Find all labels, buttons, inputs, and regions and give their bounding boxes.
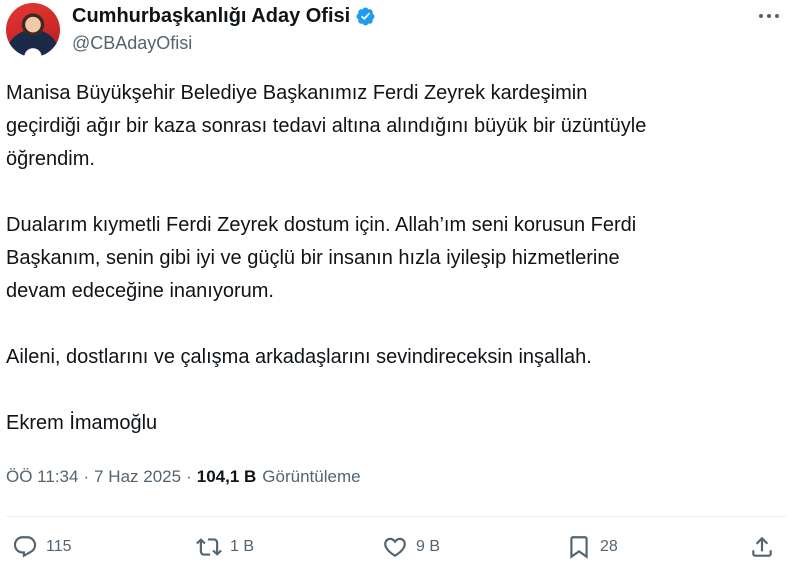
- reply-icon: [13, 536, 37, 558]
- share-button[interactable]: [749, 534, 783, 560]
- bookmark-button[interactable]: 28: [566, 534, 618, 560]
- like-count: 9 B: [416, 538, 441, 555]
- tweet-text: Manisa Büyükşehir Belediye Başkanımız Fe…: [6, 77, 781, 440]
- views-count: 104,1 B: [196, 467, 257, 486]
- author-display-name[interactable]: Cumhurbaşkanlığı Aday Ofisi: [72, 5, 350, 28]
- like-button[interactable]: 9 B: [382, 534, 440, 560]
- reply-button[interactable]: 115: [12, 534, 72, 560]
- tweet-paragraph-3: Aileni, dostlarını ve çalışma arkadaşlar…: [6, 346, 592, 368]
- tweet-signature: Ekrem İmamoğlu: [6, 412, 158, 434]
- bookmark-count: 28: [600, 538, 618, 555]
- tweet-meta: ÖÖ 11:34 · 7 Haz 2025 · 104,1 B Görüntül…: [6, 467, 361, 487]
- meta-separator: ·: [186, 467, 192, 486]
- tweet-paragraph-2: Dualarım kıymetli Ferdi Zeyrek dostum iç…: [6, 214, 637, 302]
- heart-icon: [384, 537, 406, 557]
- more-options-icon[interactable]: [757, 6, 781, 26]
- action-bar: 115 1 B 9 B 28: [0, 530, 793, 570]
- bookmark-icon: [570, 536, 588, 559]
- reply-count: 115: [46, 538, 72, 555]
- repost-button[interactable]: 1 B: [196, 534, 254, 560]
- author-handle[interactable]: @CBAdayOfisi: [72, 33, 192, 54]
- author-name-row[interactable]: Cumhurbaşkanlığı Aday Ofisi: [72, 5, 376, 28]
- tweet-time[interactable]: ÖÖ 11:34: [6, 467, 78, 487]
- share-icon: [752, 536, 772, 557]
- meta-separator: ·: [83, 467, 90, 486]
- tweet-date[interactable]: 7 Haz 2025: [94, 467, 181, 487]
- tweet-paragraph-1: Manisa Büyükşehir Belediye Başkanımız Fe…: [6, 82, 647, 170]
- avatar[interactable]: [6, 3, 60, 57]
- divider: [6, 516, 787, 517]
- repost-count: 1 B: [230, 538, 255, 555]
- verified-badge-icon: [356, 7, 375, 26]
- repost-icon: [196, 538, 222, 556]
- views-label: Görüntüleme: [262, 467, 361, 486]
